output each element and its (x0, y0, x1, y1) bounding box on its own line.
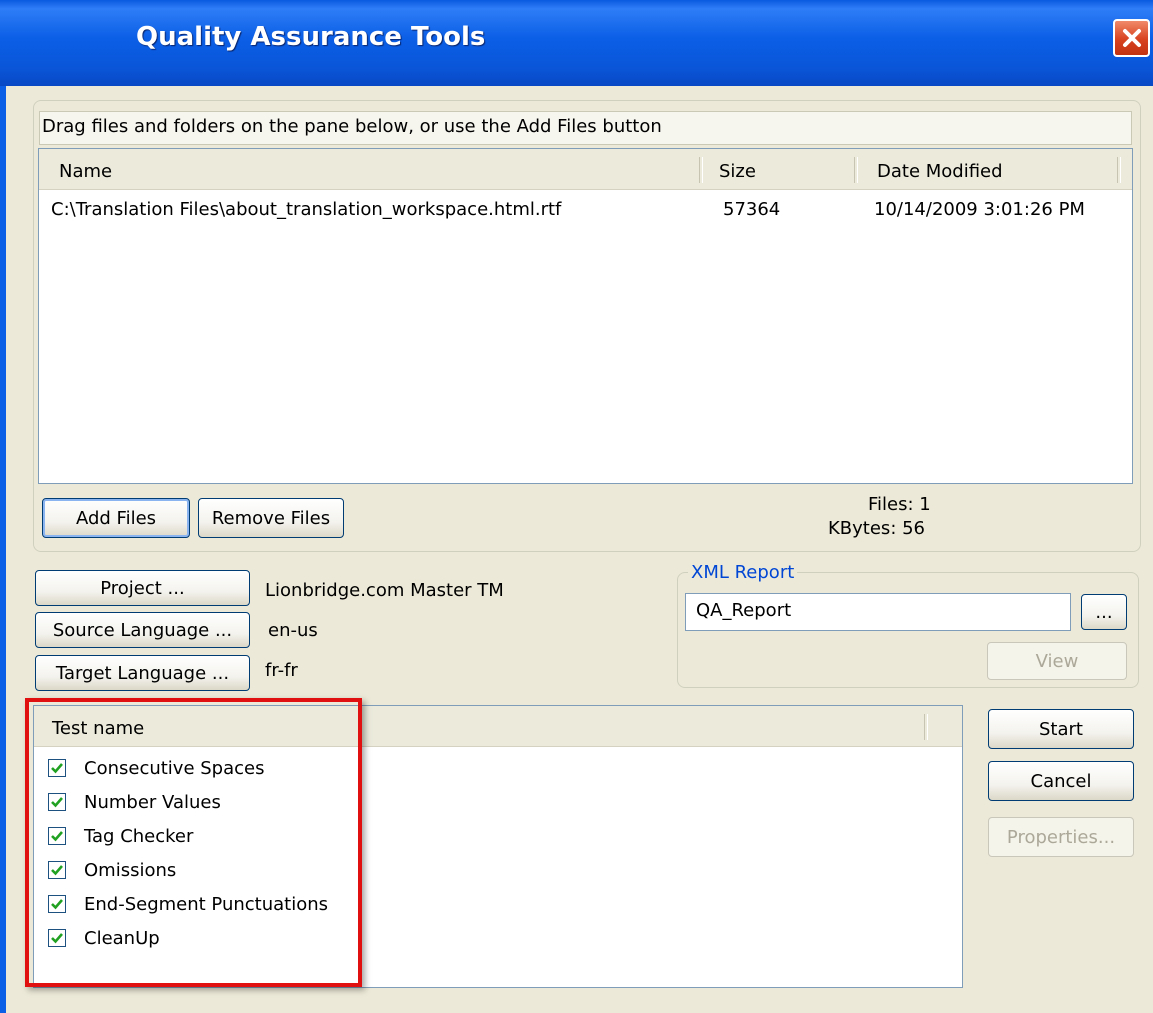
file-name-cell: C:\Translation Files\about_translation_w… (51, 199, 562, 220)
file-list[interactable]: Name Size Date Modified C:\Translation F… (38, 148, 1133, 484)
close-button[interactable] (1113, 19, 1150, 57)
file-date-cell: 10/14/2009 3:01:26 PM (874, 199, 1085, 220)
add-files-button[interactable]: Add Files (42, 498, 190, 538)
column-divider[interactable] (924, 714, 928, 740)
highlight-box (25, 698, 362, 987)
target-language-value: fr-fr (265, 660, 298, 681)
source-language-value: en-us (268, 620, 318, 641)
column-divider[interactable] (699, 157, 703, 183)
column-divider[interactable] (1117, 157, 1121, 183)
properties-button[interactable]: Properties... (988, 817, 1134, 857)
xml-report-input[interactable]: QA_Report (685, 593, 1071, 631)
column-header-size[interactable]: Size (719, 161, 756, 182)
view-button[interactable]: View (987, 642, 1127, 680)
remove-files-button[interactable]: Remove Files (198, 498, 344, 538)
cancel-button[interactable]: Cancel (988, 761, 1134, 801)
drop-hint: Drag files and folders on the pane below… (39, 111, 1132, 145)
window-title: Quality Assurance Tools (136, 22, 486, 52)
close-icon (1122, 29, 1141, 47)
xml-report-legend: XML Report (688, 562, 798, 583)
browse-button[interactable]: ... (1081, 594, 1127, 630)
files-count: Files: 1 (868, 494, 931, 515)
kbytes-count: KBytes: 56 (828, 518, 926, 539)
start-button[interactable]: Start (988, 709, 1134, 749)
column-divider[interactable] (854, 157, 858, 183)
target-language-button[interactable]: Target Language ... (35, 655, 250, 691)
window-frame-left (0, 86, 6, 1013)
file-list-header: Name Size Date Modified (39, 149, 1132, 190)
source-language-button[interactable]: Source Language ... (35, 612, 250, 648)
project-value: Lionbridge.com Master TM (265, 580, 504, 601)
column-header-date[interactable]: Date Modified (877, 161, 1003, 182)
column-header-name[interactable]: Name (59, 161, 112, 182)
file-size-cell: 57364 (723, 199, 781, 220)
project-button[interactable]: Project ... (35, 570, 250, 606)
